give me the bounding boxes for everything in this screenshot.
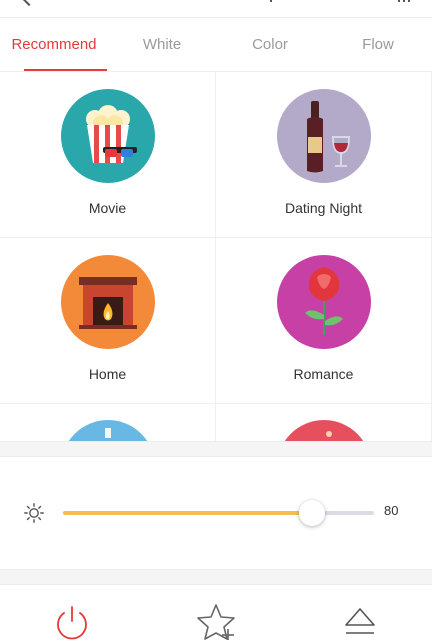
scene-movie[interactable]: Movie [0,72,216,238]
scene-home[interactable]: Home [0,238,216,404]
scene-dating-night[interactable]: Dating Night [216,72,432,238]
back-icon[interactable] [21,0,37,7]
tab-color[interactable]: Color [216,18,324,71]
brightness-icon [24,503,44,523]
eject-icon[interactable] [340,603,380,640]
fireplace-icon [60,255,155,349]
popcorn-icon [60,89,155,183]
wine-icon [276,89,371,183]
scene-grid: Movie Dating Night Home Romance [0,72,432,442]
brightness-value: 80 [384,503,399,518]
tab-flow[interactable]: Flow [324,18,432,71]
section-divider [0,569,432,585]
brightness-slider[interactable] [63,500,374,526]
more-icon[interactable] [398,0,412,2]
brightness-control: 80 [0,457,432,569]
brightness-slider-fill [63,511,312,515]
top-bar [0,0,432,18]
section-divider [0,441,432,457]
scene-partial-right[interactable] [216,404,432,442]
partial-scene-icon [60,420,155,442]
scene-partial-left[interactable] [0,404,216,442]
scene-tabs: Recommend White Color Flow [0,18,432,72]
brightness-slider-thumb[interactable] [298,500,325,526]
scene-label: Movie [88,200,127,216]
add-favorite-icon[interactable] [196,603,236,640]
scene-label: Romance [293,366,354,382]
scene-romance[interactable]: Romance [216,238,432,404]
scene-label: Home [88,366,127,382]
scene-label: Dating Night [284,200,363,216]
rose-icon [276,255,371,349]
power-icon[interactable] [52,603,92,640]
partial-scene-icon [276,420,371,442]
tab-white[interactable]: White [108,18,216,71]
title-fragment [270,0,272,2]
bottom-toolbar [0,585,432,640]
tab-recommend[interactable]: Recommend [0,18,108,71]
